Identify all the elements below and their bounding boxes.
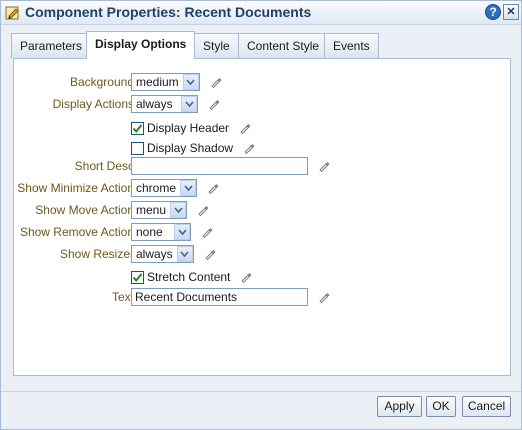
show-remove-action-value: none bbox=[136, 225, 163, 239]
pencil-icon[interactable] bbox=[240, 271, 252, 284]
show-minimize-action-label: Show Minimize Action bbox=[17, 181, 134, 195]
chevron-down-icon bbox=[180, 180, 197, 196]
row-short-desc: Short Desc bbox=[14, 157, 510, 177]
row-text: Text bbox=[14, 288, 510, 308]
help-button[interactable]: ? bbox=[485, 4, 501, 20]
background-select[interactable]: medium bbox=[131, 73, 200, 91]
short-desc-label: Short Desc bbox=[74, 159, 134, 173]
display-header-checkbox[interactable] bbox=[131, 121, 144, 135]
row-show-remove-action: Show Remove Action none bbox=[14, 223, 510, 243]
show-move-action-select[interactable]: menu bbox=[131, 201, 188, 219]
display-options-panel: Background medium Display Actions always bbox=[13, 58, 511, 376]
pencil-icon[interactable] bbox=[210, 76, 222, 89]
text-input[interactable] bbox=[131, 288, 308, 306]
component-properties-dialog: Component Properties: Recent Documents ?… bbox=[0, 0, 522, 430]
title-bar: Component Properties: Recent Documents ?… bbox=[1, 1, 521, 25]
tab-parameters[interactable]: Parameters bbox=[11, 33, 92, 58]
row-stretch-content: Stretch Content bbox=[14, 268, 510, 288]
pencil-icon[interactable] bbox=[204, 248, 216, 261]
row-display-shadow: Display Shadow bbox=[14, 139, 510, 159]
display-header-label: Display Header bbox=[147, 121, 230, 135]
pencil-icon[interactable] bbox=[239, 122, 251, 135]
pencil-icon[interactable] bbox=[208, 98, 220, 111]
dialog-title: Component Properties: Recent Documents bbox=[25, 4, 312, 20]
button-bar: Apply OK Cancel bbox=[1, 391, 521, 429]
row-show-move-action: Show Move Action menu bbox=[14, 201, 510, 221]
stretch-content-checkbox[interactable] bbox=[131, 270, 144, 284]
tab-display-options[interactable]: Display Options bbox=[86, 31, 196, 59]
background-value: medium bbox=[136, 75, 179, 89]
tab-style[interactable]: Style bbox=[194, 33, 239, 58]
display-shadow-checkbox[interactable] bbox=[131, 141, 144, 155]
pencil-icon[interactable] bbox=[318, 160, 330, 173]
display-shadow-label: Display Shadow bbox=[147, 141, 234, 155]
tab-content-style[interactable]: Content Style bbox=[238, 33, 329, 58]
display-actions-select[interactable]: always bbox=[131, 95, 198, 113]
chevron-down-icon bbox=[181, 96, 197, 112]
properties-icon bbox=[5, 5, 21, 21]
ok-button[interactable]: OK bbox=[426, 396, 456, 417]
show-minimize-action-value: chrome bbox=[136, 181, 177, 195]
chevron-down-icon bbox=[176, 246, 193, 262]
show-resizer-select[interactable]: always bbox=[131, 245, 194, 263]
show-minimize-action-select[interactable]: chrome bbox=[131, 179, 198, 197]
close-button[interactable]: ✕ bbox=[503, 4, 519, 20]
pencil-icon[interactable] bbox=[201, 226, 213, 239]
apply-button[interactable]: Apply bbox=[377, 396, 422, 417]
show-resizer-label: Show Resizer bbox=[59, 247, 134, 261]
tab-strip: Parameters Display Options Style Content… bbox=[1, 27, 521, 59]
row-display-header: Display Header bbox=[14, 119, 510, 139]
chevron-down-icon bbox=[174, 224, 190, 240]
chevron-down-icon bbox=[182, 74, 199, 90]
checkmark-icon bbox=[132, 123, 143, 133]
row-show-minimize-action: Show Minimize Action chrome bbox=[14, 179, 510, 199]
pencil-icon[interactable] bbox=[243, 142, 255, 155]
pencil-icon[interactable] bbox=[207, 182, 219, 195]
row-display-actions: Display Actions always bbox=[14, 95, 510, 115]
chevron-down-icon bbox=[170, 202, 187, 218]
background-label: Background bbox=[69, 75, 134, 89]
stretch-content-label: Stretch Content bbox=[147, 270, 231, 284]
display-actions-value: always bbox=[136, 97, 173, 111]
show-resizer-value: always bbox=[136, 247, 173, 261]
pencil-icon[interactable] bbox=[318, 291, 330, 304]
row-show-resizer: Show Resizer always bbox=[14, 245, 510, 265]
cancel-button[interactable]: Cancel bbox=[462, 396, 511, 417]
tab-events[interactable]: Events bbox=[324, 33, 379, 58]
show-remove-action-label: Show Remove Action bbox=[19, 225, 134, 239]
show-move-action-label: Show Move Action bbox=[35, 203, 134, 217]
short-desc-input[interactable] bbox=[131, 157, 308, 175]
row-background: Background medium bbox=[14, 73, 510, 93]
pencil-icon[interactable] bbox=[197, 204, 209, 217]
display-actions-label: Display Actions bbox=[52, 97, 134, 111]
show-move-action-value: menu bbox=[136, 203, 167, 217]
show-remove-action-select[interactable]: none bbox=[131, 223, 191, 241]
checkmark-icon bbox=[132, 272, 143, 282]
